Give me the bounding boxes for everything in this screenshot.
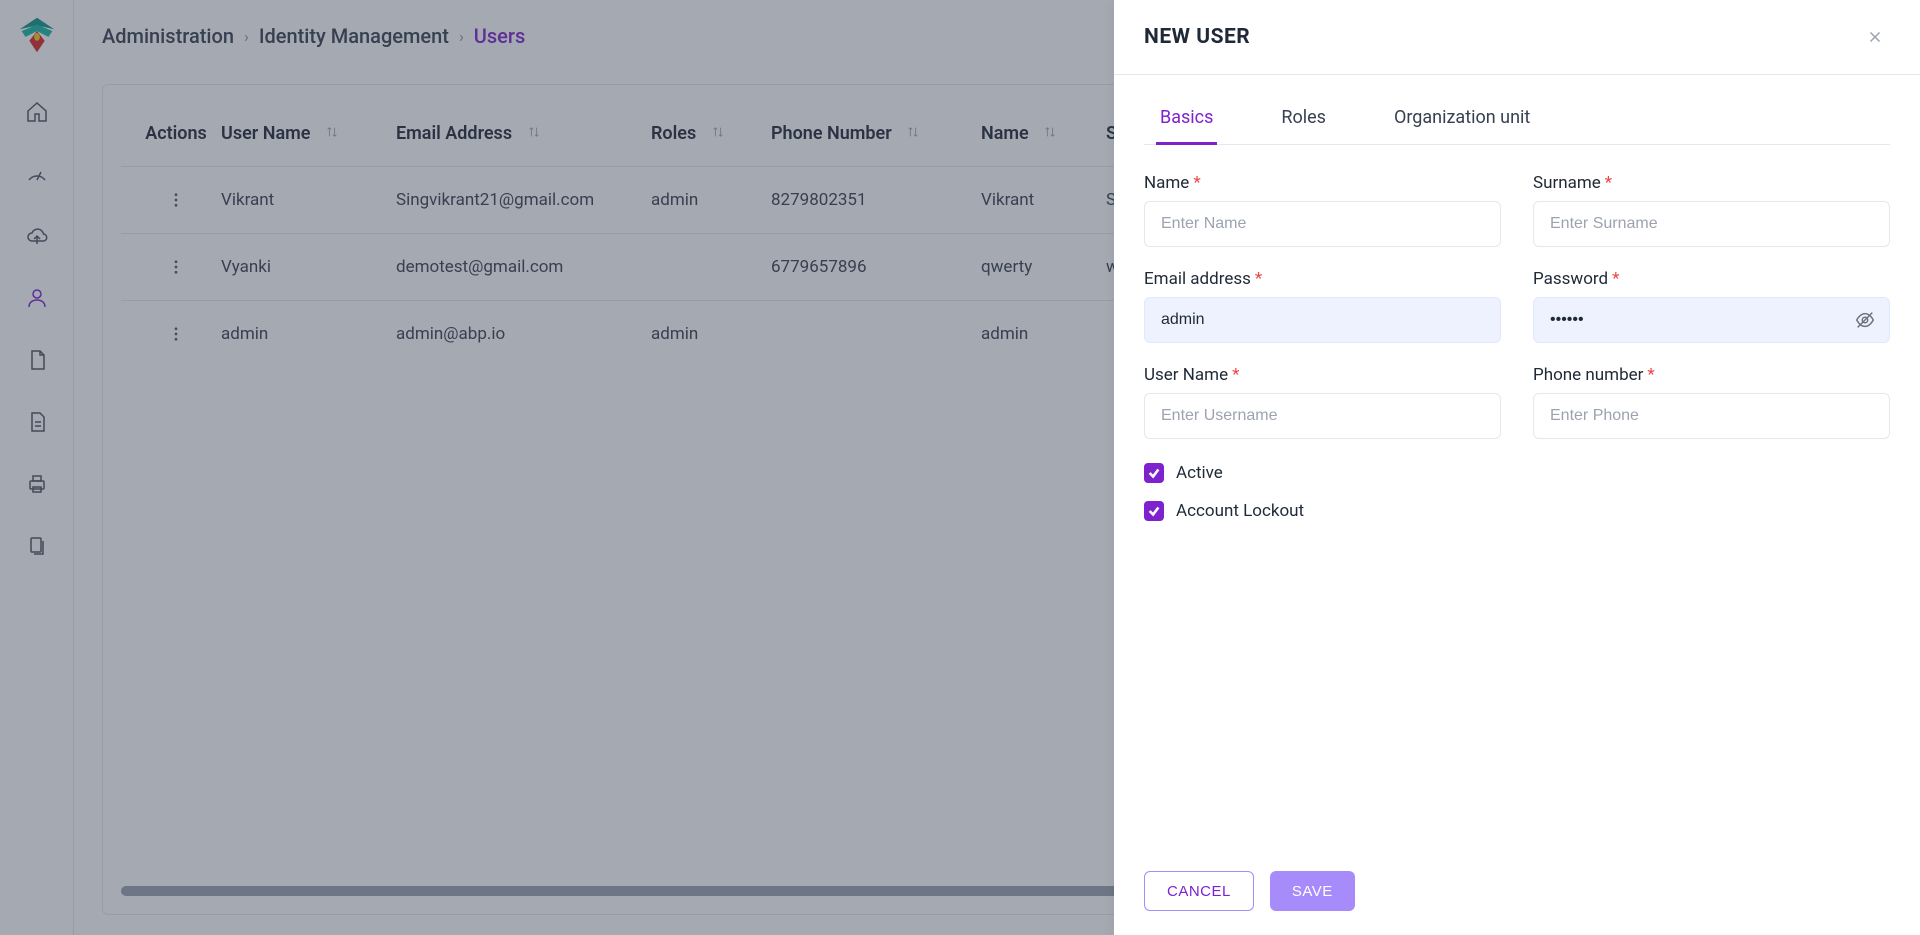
eye-off-icon[interactable] <box>1852 307 1878 333</box>
label-email: Email address* <box>1144 269 1501 289</box>
field-username: User Name* <box>1144 365 1501 439</box>
field-name: Name* <box>1144 173 1501 247</box>
email-input[interactable] <box>1144 297 1501 343</box>
new-user-drawer: NEW USER Basics Roles Organization unit … <box>1114 0 1920 935</box>
checkbox-lockout-row: Account Lockout <box>1144 501 1890 521</box>
field-surname: Surname* <box>1533 173 1890 247</box>
save-button[interactable]: SAVE <box>1270 871 1355 911</box>
checkbox-lockout[interactable] <box>1144 501 1164 521</box>
checkbox-active[interactable] <box>1144 463 1164 483</box>
username-input[interactable] <box>1144 393 1501 439</box>
drawer-footer: CANCEL SAVE <box>1114 853 1920 935</box>
drawer-header: NEW USER <box>1114 0 1920 75</box>
surname-input[interactable] <box>1533 201 1890 247</box>
label-username: User Name* <box>1144 365 1501 385</box>
label-surname: Surname* <box>1533 173 1890 193</box>
field-password: Password* <box>1533 269 1890 343</box>
form-grid: Name* Surname* Email address* Password* <box>1144 173 1890 439</box>
drawer-body: Basics Roles Organization unit Name* Sur… <box>1114 75 1920 853</box>
password-input[interactable] <box>1533 297 1890 343</box>
label-phone: Phone number* <box>1533 365 1890 385</box>
phone-input[interactable] <box>1533 393 1890 439</box>
field-email: Email address* <box>1144 269 1501 343</box>
cancel-button[interactable]: CANCEL <box>1144 871 1254 911</box>
label-password: Password* <box>1533 269 1890 289</box>
tabs: Basics Roles Organization unit <box>1144 99 1890 145</box>
drawer-title: NEW USER <box>1144 25 1250 49</box>
label-lockout: Account Lockout <box>1176 501 1304 521</box>
tab-roles[interactable]: Roles <box>1277 99 1330 145</box>
tab-org-unit[interactable]: Organization unit <box>1390 99 1534 145</box>
name-input[interactable] <box>1144 201 1501 247</box>
label-name: Name* <box>1144 173 1501 193</box>
checkbox-active-row: Active <box>1144 463 1890 483</box>
label-active: Active <box>1176 463 1223 483</box>
field-phone: Phone number* <box>1533 365 1890 439</box>
tab-basics[interactable]: Basics <box>1156 99 1217 145</box>
close-icon[interactable] <box>1860 22 1890 52</box>
